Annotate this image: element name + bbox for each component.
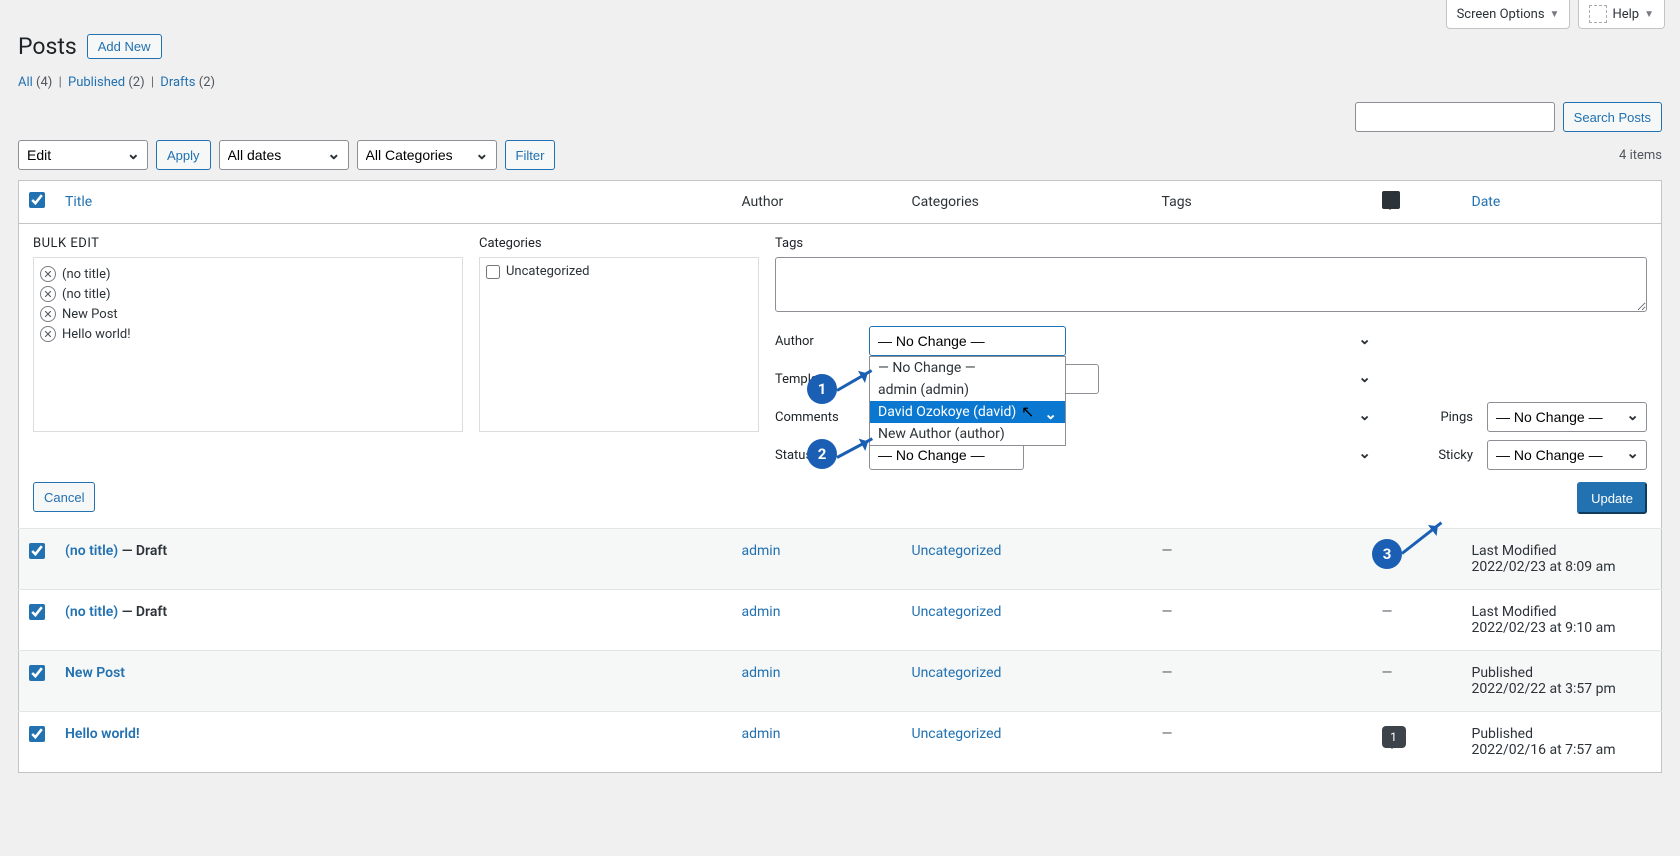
comments-cell: — xyxy=(1372,651,1462,712)
remove-icon[interactable]: ✕ xyxy=(40,286,56,302)
comments-label: Comments xyxy=(775,410,855,425)
author-link[interactable]: admin xyxy=(742,726,781,742)
post-title-link[interactable]: New Post xyxy=(65,665,125,681)
pings-label: Pings xyxy=(1393,410,1473,425)
annotation-step-3: 3 xyxy=(1372,539,1402,569)
row-checkbox[interactable] xyxy=(29,543,45,559)
sticky-label: Sticky xyxy=(1393,448,1473,463)
bulk-title-item: ✕New Post xyxy=(40,304,456,324)
filter-all[interactable]: All xyxy=(18,75,33,90)
col-date[interactable]: Date xyxy=(1472,194,1501,210)
row-checkbox[interactable] xyxy=(29,726,45,742)
author-option[interactable]: admin (admin) xyxy=(870,379,1065,401)
tags-cell: — xyxy=(1152,651,1372,712)
pings-select[interactable]: — No Change — xyxy=(1487,402,1647,432)
comment-count-badge[interactable]: 1 xyxy=(1382,726,1406,748)
author-link[interactable]: admin xyxy=(742,604,781,620)
search-posts-button[interactable]: Search Posts xyxy=(1563,102,1662,132)
category-link[interactable]: Uncategorized xyxy=(912,726,1002,742)
add-new-button[interactable]: Add New xyxy=(87,34,162,59)
col-tags: Tags xyxy=(1162,194,1192,210)
post-title-link[interactable]: Hello world! xyxy=(65,726,140,742)
search-input[interactable] xyxy=(1355,102,1555,132)
date-filter-select[interactable]: All dates xyxy=(219,140,349,170)
category-link[interactable]: Uncategorized xyxy=(912,665,1002,681)
author-label: Author xyxy=(775,334,855,349)
tags-cell: — xyxy=(1152,529,1372,590)
col-title[interactable]: Title xyxy=(65,194,92,210)
comments-icon[interactable] xyxy=(1382,191,1400,209)
filter-published[interactable]: Published xyxy=(68,75,125,90)
annotation-step-1: 1 xyxy=(807,374,837,404)
author-option-selected[interactable]: David Ozokoye (david) xyxy=(870,401,1065,423)
author-option[interactable]: New Author (author) xyxy=(870,423,1065,445)
screen-options-tab[interactable]: Screen Options ▼ xyxy=(1446,0,1571,29)
category-link[interactable]: Uncategorized xyxy=(912,604,1002,620)
comments-cell: — xyxy=(1372,590,1462,651)
categories-list[interactable]: Uncategorized xyxy=(479,257,759,432)
bulk-title-item: ✕Hello world! xyxy=(40,324,456,344)
page-title: Posts xyxy=(18,33,77,60)
bulk-title-item: ✕(no title) xyxy=(40,284,456,304)
post-status-filters: All (4) | Published (2) | Drafts (2) xyxy=(18,75,1662,90)
category-option[interactable]: Uncategorized xyxy=(486,264,752,279)
date-cell: Last Modified2022/02/23 at 9:10 am xyxy=(1462,590,1662,651)
category-filter-select[interactable]: All Categories xyxy=(357,140,497,170)
help-tab[interactable]: Help ▼ xyxy=(1578,0,1665,29)
table-row: (no title) — Draft admin Uncategorized —… xyxy=(19,590,1662,651)
author-link[interactable]: admin xyxy=(742,543,781,559)
tags-heading: Tags xyxy=(775,236,1647,251)
category-link[interactable]: Uncategorized xyxy=(912,543,1002,559)
annotation-step-2: 2 xyxy=(807,439,837,469)
tags-cell: — xyxy=(1152,712,1372,773)
table-row: New Post admin Uncategorized — — Publish… xyxy=(19,651,1662,712)
tags-cell: — xyxy=(1152,590,1372,651)
remove-icon[interactable]: ✕ xyxy=(40,266,56,282)
date-cell: Last Modified2022/02/23 at 8:09 am xyxy=(1462,529,1662,590)
update-button[interactable]: Update xyxy=(1577,482,1647,514)
tags-input[interactable] xyxy=(775,257,1647,312)
chevron-down-icon: ▼ xyxy=(1550,9,1560,20)
author-option[interactable]: — No Change — xyxy=(870,357,1065,379)
author-select[interactable]: — No Change — xyxy=(869,326,1066,356)
sticky-select[interactable]: — No Change — xyxy=(1487,440,1647,470)
table-row: (no title) — Draft admin Uncategorized —… xyxy=(19,529,1662,590)
col-author: Author xyxy=(742,194,784,210)
categories-heading: Categories xyxy=(479,236,759,251)
row-checkbox[interactable] xyxy=(29,665,45,681)
date-cell: Published2022/02/22 at 3:57 pm xyxy=(1462,651,1662,712)
item-count: 4 items xyxy=(1619,148,1662,163)
select-all-checkbox[interactable] xyxy=(29,192,45,208)
row-checkbox[interactable] xyxy=(29,604,45,620)
bulk-titles-list[interactable]: ✕(no title) ✕(no title) ✕New Post ✕Hello… xyxy=(33,257,463,432)
help-icon xyxy=(1589,5,1607,23)
filter-button[interactable]: Filter xyxy=(505,140,556,170)
date-cell: Published2022/02/16 at 7:57 am xyxy=(1462,712,1662,773)
post-title-link[interactable]: (no title) xyxy=(65,543,118,559)
filter-drafts[interactable]: Drafts xyxy=(160,75,195,90)
bulk-title-item: ✕(no title) xyxy=(40,264,456,284)
table-row: Hello world! admin Uncategorized — 1 Pub… xyxy=(19,712,1662,773)
chevron-down-icon: ▼ xyxy=(1644,9,1654,20)
author-dropdown: — No Change — admin (admin) David Ozokoy… xyxy=(869,356,1066,446)
bulk-edit-heading: BULK EDIT xyxy=(33,236,463,251)
mouse-cursor-icon: ↖ xyxy=(1021,402,1034,421)
bulk-action-select[interactable]: Edit xyxy=(18,140,148,170)
author-link[interactable]: admin xyxy=(742,665,781,681)
apply-button[interactable]: Apply xyxy=(156,140,211,170)
col-categories: Categories xyxy=(912,194,979,210)
post-title-link[interactable]: (no title) xyxy=(65,604,118,620)
cancel-button[interactable]: Cancel xyxy=(33,482,95,512)
remove-icon[interactable]: ✕ xyxy=(40,326,56,342)
remove-icon[interactable]: ✕ xyxy=(40,306,56,322)
